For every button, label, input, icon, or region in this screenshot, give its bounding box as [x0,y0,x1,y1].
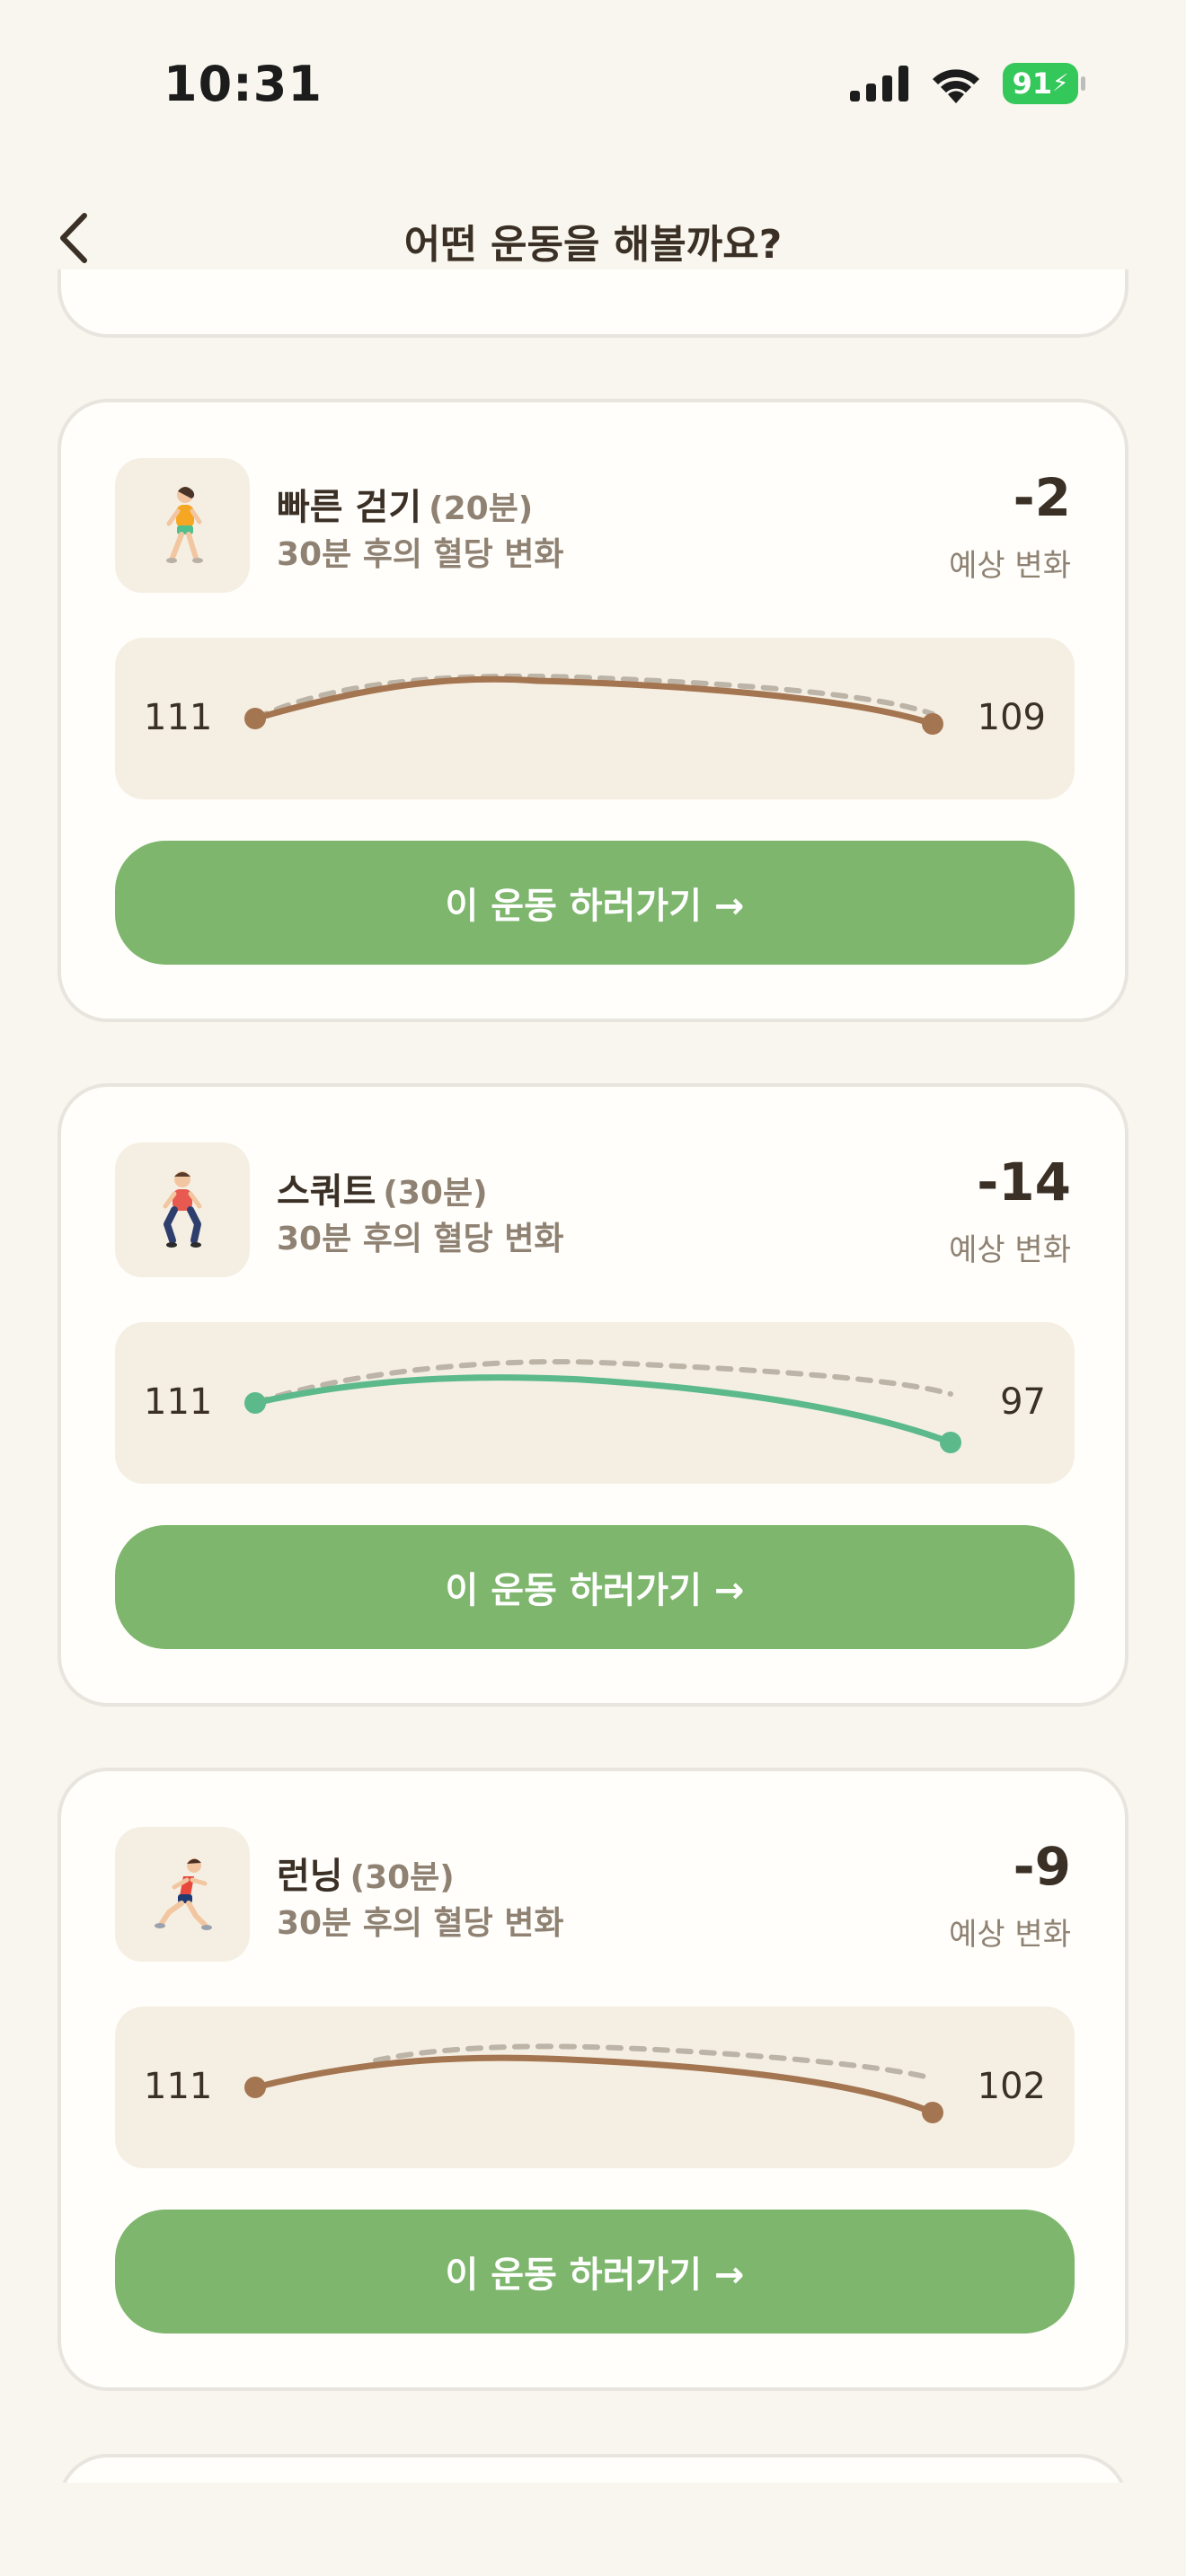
exercise-card-squat: 스쿼트 (30분) 30분 후의 혈당 변화 -14 예상 변화 111 97 이… [58,1083,1128,1707]
page-title: 어떤 운동을 해볼까요? [403,222,783,268]
glucose-delta: -9 [1013,1836,1071,1897]
exercise-title: 런닝 [277,1856,343,1897]
exercise-duration: (30분) [383,1175,488,1212]
battery-level: 91 [1012,66,1053,101]
start-point [244,2077,266,2098]
graph-start-value: 111 [144,2066,213,2107]
start-exercise-button[interactable]: 이 운동 하러가기 → [115,2210,1075,2333]
exercise-icon-box [115,1142,250,1277]
delta-label: 예상 변화 [949,548,1071,584]
glucose-delta: -2 [1013,467,1071,528]
previous-card-stub [58,269,1128,338]
start-exercise-button[interactable]: 이 운동 하러가기 → [115,841,1075,965]
signal-icon [850,66,908,101]
exercise-card-running: 런닝 (30분) 30분 후의 혈당 변화 -9 예상 변화 111 102 이 … [58,1768,1128,2391]
predicted-curve [252,1374,954,1446]
delta-label: 예상 변화 [949,1232,1071,1268]
exercise-name: 스쿼트 (30분) [277,1162,488,1214]
exercise-icon-box [115,458,250,593]
exercise-subtitle: 30분 후의 혈당 변화 [277,536,564,573]
exercise-subtitle: 30분 후의 혈당 변화 [277,1221,564,1257]
delta-label: 예상 변화 [949,1917,1071,1953]
status-icons: 91 ⚡ [850,63,1085,104]
graph-end-value: 97 [1000,1381,1046,1423]
start-point [244,1392,266,1414]
walking-person-icon [166,487,203,563]
graph-end-value: 109 [977,697,1046,738]
bottom-area [0,2483,1186,2576]
glucose-graph: 111 97 [115,1322,1075,1484]
exercise-title: 스쿼트 [277,1171,376,1213]
exercise-name: 런닝 (30분) [277,1847,455,1899]
exercise-icon-box [115,1827,250,1962]
charging-bolt-icon: ⚡ [1052,70,1069,97]
exercise-card-walking: 빠른 걷기 (20분) 30분 후의 혈당 변화 -2 예상 변화 111 109… [58,399,1128,1022]
start-point [244,708,266,729]
end-point [922,713,943,735]
battery-icon: 91 ⚡ [1003,63,1085,104]
glucose-delta: -14 [977,1151,1071,1213]
end-point [922,2102,943,2123]
status-time: 10:31 [164,56,323,112]
exercise-name: 빠른 걷기 (20분) [277,478,533,530]
status-bar: 10:31 91 ⚡ [0,0,1186,171]
glucose-curve-chart [244,673,943,735]
graph-start-value: 111 [144,1381,213,1423]
wifi-icon [933,69,979,103]
glucose-curve-chart [244,1359,961,1453]
start-exercise-button[interactable]: 이 운동 하러가기 → [115,1525,1075,1649]
graph-end-value: 102 [977,2066,1046,2107]
glucose-graph: 111 102 [115,2007,1075,2168]
exercise-title: 빠른 걷기 [277,487,422,528]
running-person-icon [155,1858,212,1930]
exercise-subtitle: 30분 후의 혈당 변화 [277,1905,564,1942]
exercise-duration: (30분) [350,1859,455,1896]
end-point [940,1432,961,1453]
graph-start-value: 111 [144,697,213,738]
glucose-graph: 111 109 [115,638,1075,799]
predicted-curve [252,2054,936,2116]
exercise-duration: (20분) [429,490,534,527]
squat-person-icon [163,1171,202,1248]
glucose-curve-chart [244,2043,943,2123]
